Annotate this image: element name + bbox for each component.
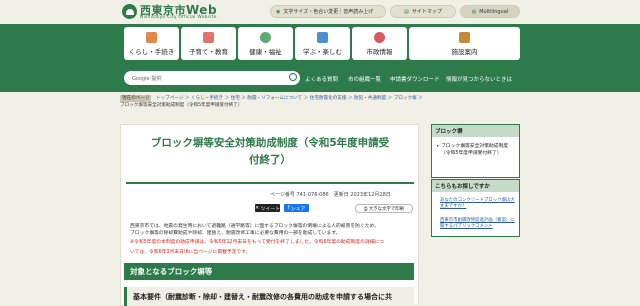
- sidebar-category-heading: ブロック塀: [432, 125, 519, 137]
- globe-icon: ◍: [471, 8, 477, 15]
- house-icon: [146, 31, 157, 43]
- print-large-button[interactable]: ⎙ 大きな文字で印刷: [355, 204, 413, 213]
- nav-manabu[interactable]: 学ぶ・楽しむ: [295, 27, 350, 60]
- nav-label: くらし・手続き: [128, 47, 175, 56]
- building-icon: [459, 31, 470, 43]
- nav-shisetsu[interactable]: 施設案内: [409, 27, 520, 60]
- speaker-icon: ◉: [276, 8, 281, 15]
- notice-line-2: いては、令和6年3月末日頃に当ページに掲載予定です。: [130, 250, 251, 255]
- nav-label: 市政情報: [366, 47, 393, 56]
- breadcrumb-item[interactable]: 耐震・リフォームについて: [247, 96, 302, 101]
- breadcrumb-item[interactable]: 住宅耐震化の支援: [310, 96, 347, 101]
- breadcrumb-item[interactable]: ブロック塀: [394, 96, 417, 101]
- related-link[interactable]: あなたのコンクリートブロック塀は大丈夫ですか？: [440, 198, 518, 211]
- nav-label: 子育て・教育: [189, 47, 228, 56]
- title-divider: [126, 182, 414, 184]
- nav-shisei[interactable]: 市政情報: [352, 27, 407, 60]
- sidebar-related-heading: こちらもお探しですか: [432, 180, 519, 192]
- nav-kurashi[interactable]: くらし・手続き: [124, 27, 179, 60]
- facebook-share-button[interactable]: f シェア: [284, 204, 309, 212]
- breadcrumb: 現在のページ トップページ ＞ くらし・手続き ＞ 住宅 ＞ 耐震・リフォームに…: [120, 95, 423, 108]
- tweet-button[interactable]: ✕ ツイート: [255, 204, 280, 212]
- related-link[interactable]: 西東京市耐震改修促進計画（素案）に関するパブリックコメント: [440, 218, 518, 231]
- org-list-link[interactable]: 市の組織一覧: [348, 75, 381, 83]
- book-icon: [317, 31, 328, 43]
- faq-link[interactable]: よくある質問: [305, 75, 338, 83]
- nav-label: 施設案内: [451, 47, 478, 56]
- sitemap-label: サイトマップ: [411, 9, 442, 15]
- city-logo-icon[interactable]: [122, 4, 137, 19]
- print-large-label: 大きな文字で印刷: [368, 206, 405, 212]
- breadcrumb-here: 現在のページ: [120, 95, 152, 102]
- help-link[interactable]: 情報が見つからないときは: [446, 75, 512, 83]
- breadcrumb-item[interactable]: 防犯・共通制度: [354, 96, 386, 101]
- child-icon: [203, 31, 214, 43]
- search-input[interactable]: Google 提供: [124, 71, 300, 85]
- nav-label: 学ぶ・楽しむ: [303, 47, 342, 56]
- multilingual-label: Multilingual: [479, 8, 509, 15]
- text-size-label: 文字サイズ・色合い変更｜音声読み上げ: [283, 9, 374, 15]
- text-size-button[interactable]: ◉ 文字サイズ・色合い変更｜音声読み上げ: [270, 5, 386, 18]
- page-title: ブロック塀等安全対策助成制度（令和5年度申請受 付終了）: [150, 137, 390, 166]
- nav-kenko[interactable]: 健康・福祉: [238, 27, 293, 60]
- breadcrumb-item[interactable]: トップページ: [156, 96, 183, 101]
- search-icon[interactable]: [289, 73, 297, 81]
- sitemap-button[interactable]: ▤ サイトマップ: [390, 5, 456, 18]
- search-placeholder: Google 提供: [132, 75, 162, 82]
- breadcrumb-current: ブロック塀等安全対策助成制度（令和5年度申請受付終了）: [120, 103, 243, 108]
- heart-icon: [260, 31, 271, 43]
- site-subtitle: Nishitokyo City Official Website: [140, 15, 217, 20]
- sitemap-icon: ▤: [404, 8, 409, 15]
- flag-icon: [374, 31, 385, 43]
- intro-paragraph: 西東京市では、地震の発生時において避難路（通学路等）に面するブロック塀等の倒壊に…: [130, 224, 380, 237]
- section-heading-requirements: 基本要件（耐震診断・除却・建替え・耐震改修の各費用の助成を申請する場合に共: [124, 287, 414, 306]
- nav-kosodate[interactable]: 子育て・教育: [181, 27, 236, 60]
- section-heading-target: 対象となるブロック塀等: [124, 263, 414, 280]
- page-info: ページ番号 741-076-086 更新日 2023年12月28日: [270, 192, 391, 198]
- share-label: シェア: [290, 206, 306, 212]
- multilingual-button[interactable]: ◍ Multilingual: [460, 5, 520, 18]
- download-link[interactable]: 申請書ダウンロード: [390, 75, 440, 83]
- breadcrumb-item[interactable]: 住宅: [231, 96, 240, 101]
- tweet-label: ツイート: [260, 206, 280, 212]
- breadcrumb-item[interactable]: くらし・手続き: [191, 96, 223, 101]
- notice-line-1: ※令和5年度の本制度の助成申請は、令和5年12月末日をもって受付を終了しました。…: [130, 240, 385, 245]
- nav-label: 健康・福祉: [249, 47, 282, 56]
- sidebar-category-item[interactable]: ブロック塀等安全対策助成制度（令和5年度申請受付終了）: [435, 143, 517, 157]
